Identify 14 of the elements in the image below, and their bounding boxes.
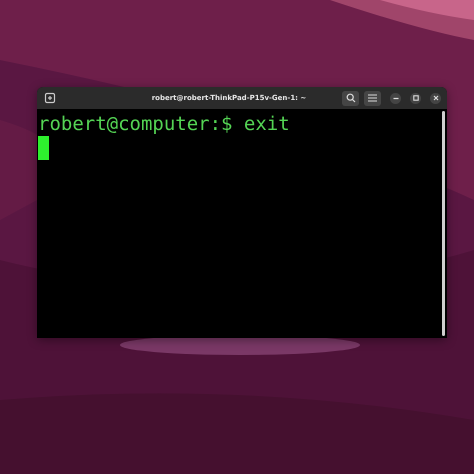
- minimize-button[interactable]: [390, 92, 401, 104]
- menu-button[interactable]: [364, 90, 381, 106]
- minimize-icon: [392, 95, 398, 101]
- maximize-button[interactable]: [410, 92, 421, 104]
- close-button[interactable]: [430, 92, 441, 104]
- maximize-icon: [412, 95, 418, 101]
- new-tab-icon: [44, 92, 56, 104]
- close-icon: [432, 95, 438, 101]
- text-cursor: [38, 136, 49, 160]
- search-button[interactable]: [342, 90, 359, 106]
- scrollbar[interactable]: [442, 111, 445, 336]
- menu-icon: [368, 94, 377, 102]
- terminal-line: robert@computer:$ exit: [38, 112, 291, 136]
- search-icon: [346, 93, 356, 103]
